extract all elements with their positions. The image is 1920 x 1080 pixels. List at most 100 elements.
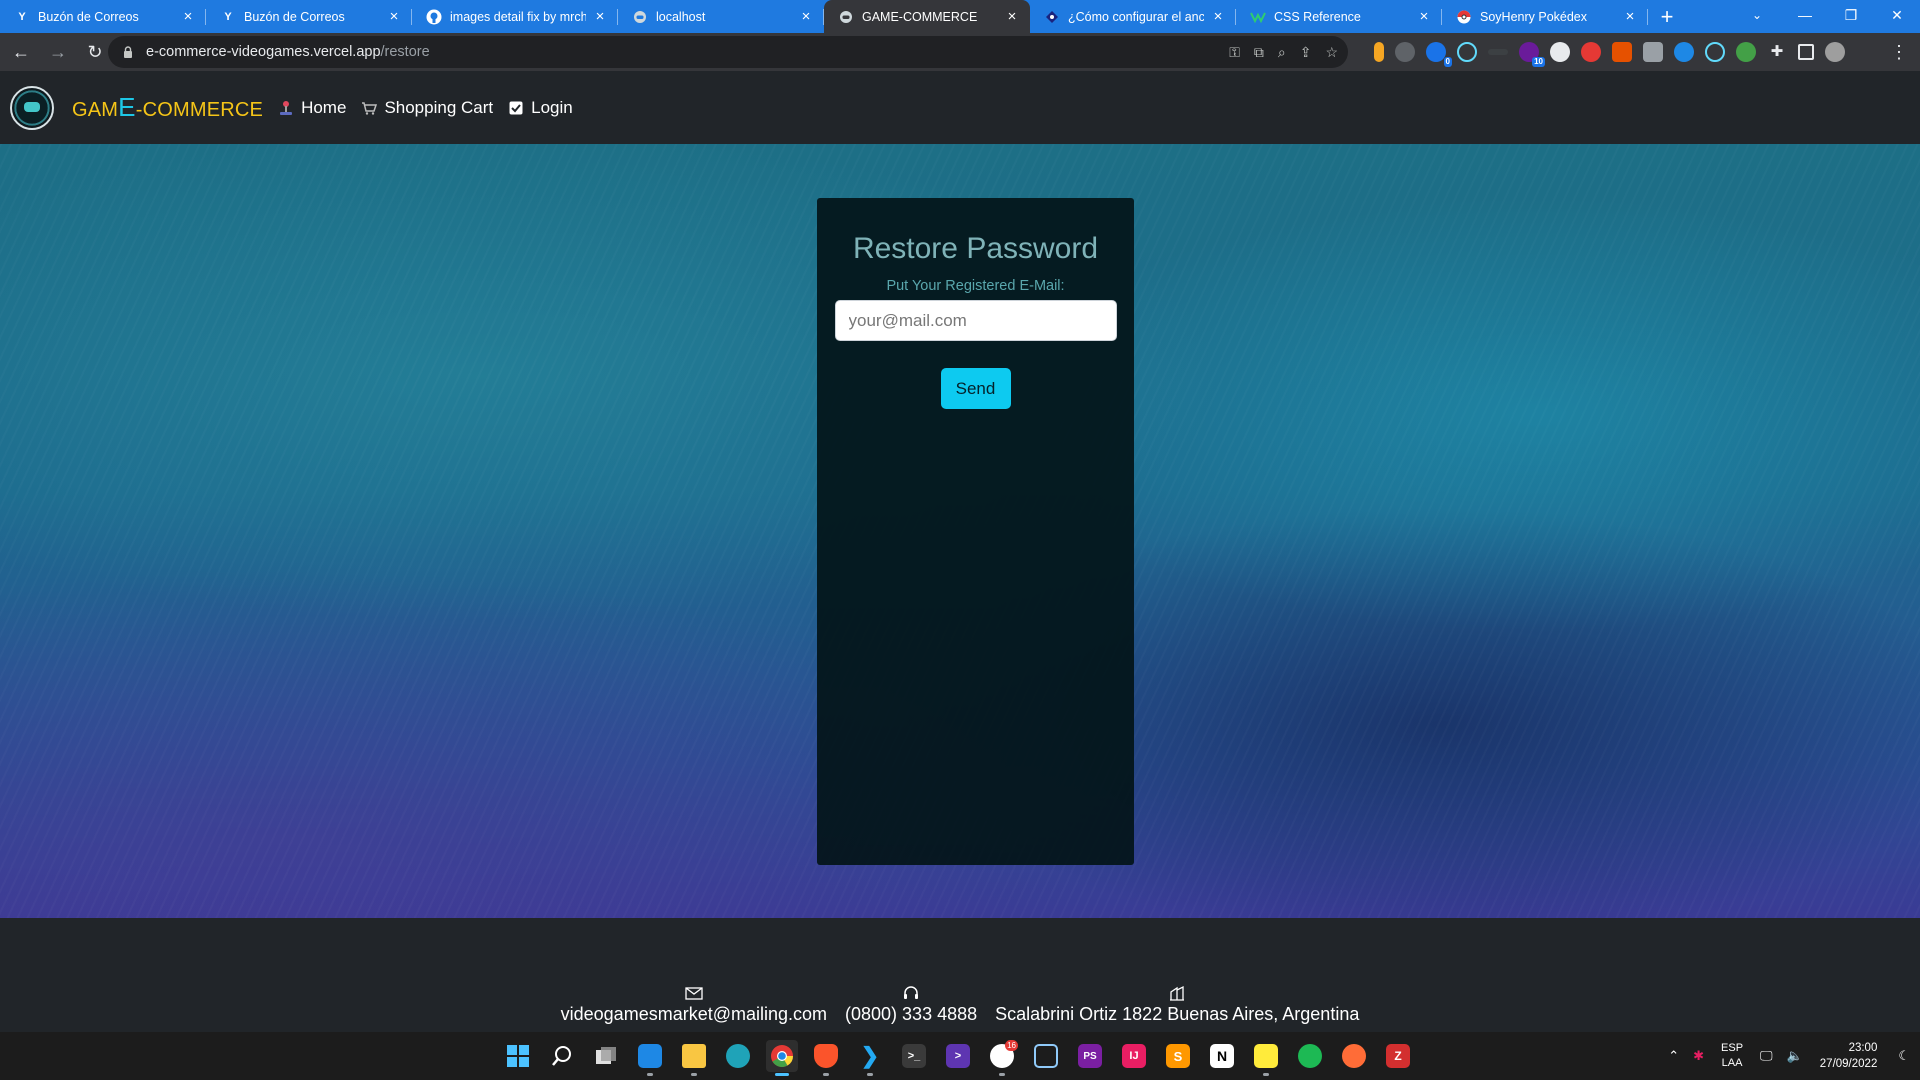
close-icon[interactable]: × — [1004, 8, 1020, 25]
notion-icon[interactable]: N — [1206, 1040, 1238, 1072]
language-layout: LAA — [1721, 1057, 1743, 1069]
brand-name[interactable]: GAME-COMMERCE — [72, 92, 263, 123]
system-tray: ⌃ ✱ ESP LAA 🖵 🔈 23:00 27/09/2022 ☾ — [1661, 1032, 1920, 1080]
focus-moon-icon[interactable]: ☾ — [1898, 1048, 1910, 1064]
menu-icon[interactable]: ⋮ — [1890, 33, 1908, 71]
key-icon[interactable]: ⚿ — [1229, 44, 1240, 61]
file-explorer-icon[interactable] — [678, 1040, 710, 1076]
browser-tab[interactable]: ¿Cómo configurar el ancho × — [1030, 0, 1236, 33]
extension-icon[interactable] — [1674, 42, 1694, 62]
close-icon[interactable]: × — [1210, 8, 1226, 25]
email-field[interactable] — [834, 300, 1117, 341]
extension-badge: 10 — [1532, 57, 1545, 67]
extension-icon[interactable] — [1550, 42, 1570, 62]
extension-icon[interactable]: 0 — [1426, 42, 1452, 67]
edge-icon[interactable] — [722, 1040, 754, 1072]
vscode-icon[interactable]: ❯ — [854, 1040, 886, 1076]
phpstorm-icon[interactable]: PS — [1074, 1040, 1106, 1072]
brave-icon[interactable] — [810, 1040, 842, 1076]
address-bar[interactable]: e-commerce-videogames.vercel.app /restor… — [108, 36, 1348, 68]
close-icon[interactable]: × — [1416, 8, 1432, 25]
footer-address-text: Scalabrini Ortiz 1822 Buenas Aires, Arge… — [995, 1004, 1360, 1024]
side-panel-icon[interactable] — [1798, 44, 1814, 60]
footer-email-text: videogamesmarket@mailing.com — [560, 1004, 828, 1024]
chrome-icon[interactable] — [766, 1040, 798, 1076]
extension-icon[interactable] — [1612, 42, 1632, 62]
browser-tab[interactable]: localhost × — [618, 0, 824, 33]
back-icon[interactable]: ← — [5, 36, 37, 68]
language-indicator[interactable]: ESP LAA — [1721, 1041, 1743, 1071]
translate-icon[interactable]: ⧉ — [1254, 44, 1264, 61]
puzzle-icon[interactable]: ✚ — [1767, 42, 1787, 62]
new-tab-button[interactable]: + — [1652, 0, 1682, 33]
postman-icon[interactable] — [1338, 1040, 1370, 1072]
microsoft-store-icon[interactable] — [634, 1040, 666, 1076]
powershell-icon[interactable]: > — [942, 1040, 974, 1072]
send-button[interactable]: Send — [940, 368, 1011, 409]
network-icon[interactable]: 🖵 — [1760, 1048, 1773, 1064]
close-window-icon[interactable]: ✕ — [1874, 0, 1920, 33]
checkmark-icon — [507, 99, 525, 117]
close-icon[interactable]: × — [180, 8, 196, 25]
browser-tab[interactable]: images detail fix by mrchu × — [412, 0, 618, 33]
chevron-up-icon[interactable]: ⌃ — [1668, 1048, 1679, 1064]
nav-shopping-cart[interactable]: Shopping Cart — [360, 98, 493, 118]
browser-tab[interactable]: SoyHenry Pokédex × — [1442, 0, 1648, 33]
filezilla-icon[interactable]: Z — [1382, 1040, 1414, 1072]
extension-icon[interactable] — [1643, 42, 1663, 62]
slack-tray-icon[interactable]: ✱ — [1693, 1048, 1704, 1064]
task-view-icon[interactable] — [590, 1040, 622, 1072]
nav-login-label: Login — [531, 97, 573, 117]
tab-search-icon[interactable]: ⌄ — [1742, 0, 1772, 33]
extension-icon[interactable] — [1581, 42, 1601, 62]
browser-tab[interactable]: Y Buzón de Correos × — [206, 0, 412, 33]
volume-icon[interactable]: 🔈 — [1787, 1048, 1803, 1064]
close-icon[interactable]: × — [592, 8, 608, 25]
close-icon[interactable]: × — [386, 8, 402, 25]
spotify-icon[interactable] — [1294, 1040, 1326, 1072]
sublime-icon[interactable]: S — [1162, 1040, 1194, 1072]
tab-title: ¿Cómo configurar el ancho — [1068, 9, 1204, 24]
search-icon[interactable] — [546, 1040, 578, 1072]
bookmark-star-icon[interactable]: ☆ — [1325, 44, 1338, 61]
url-host: e-commerce-videogames.vercel.app — [146, 44, 381, 60]
zoom-icon[interactable]: ⌕ — [1278, 44, 1286, 61]
sticky-notes-icon[interactable] — [1250, 1040, 1282, 1076]
yahoo-icon: Y — [224, 10, 232, 23]
intellij-icon[interactable]: IJ — [1118, 1040, 1150, 1072]
nav-home[interactable]: Home — [277, 98, 346, 118]
nav-login[interactable]: Login — [507, 98, 573, 118]
restore-icon[interactable]: ❐ — [1828, 0, 1874, 33]
clock-time: 23:00 — [1848, 1042, 1878, 1054]
browser-tab[interactable]: CSS Reference × — [1236, 0, 1442, 33]
minimize-icon[interactable]: — — [1782, 0, 1828, 33]
react-devtools-icon[interactable] — [1457, 42, 1477, 62]
forward-icon[interactable]: → — [42, 36, 74, 68]
window-controls: — ❐ ✕ — [1782, 0, 1920, 33]
slack-icon[interactable]: 16 — [986, 1040, 1018, 1076]
extension-icon[interactable]: 10 — [1519, 42, 1545, 67]
share-icon[interactable]: ⇪ — [1300, 44, 1312, 61]
react-devtools-icon[interactable] — [1705, 42, 1725, 62]
extension-icon[interactable] — [1374, 42, 1384, 62]
footer-phone-text: (0800) 333 4888 — [845, 1004, 978, 1024]
brand-part: E — [118, 92, 136, 122]
virtualbox-icon[interactable] — [1030, 1040, 1062, 1072]
windows-start-icon[interactable] — [502, 1040, 534, 1072]
close-icon[interactable]: × — [798, 8, 814, 25]
terminal-icon[interactable]: >_ — [898, 1040, 930, 1072]
browser-tab-active[interactable]: GAME-COMMERCE × — [824, 0, 1030, 33]
profile-avatar[interactable] — [1825, 42, 1845, 62]
extension-icon[interactable] — [1488, 49, 1508, 55]
reload-icon[interactable]: ↻ — [79, 36, 111, 68]
extension-icon[interactable] — [1395, 42, 1415, 62]
browser-tab[interactable]: Y Buzón de Correos × — [0, 0, 206, 33]
site-logo[interactable] — [10, 85, 54, 130]
extension-icon[interactable] — [1736, 42, 1756, 62]
site-navbar: GAME-COMMERCE Home Shopping Cart Login — [0, 71, 1920, 144]
clock[interactable]: 23:00 27/09/2022 — [1820, 1040, 1878, 1072]
tab-title: CSS Reference — [1274, 9, 1361, 24]
css-icon — [1250, 9, 1266, 25]
close-icon[interactable]: × — [1622, 8, 1638, 25]
extension-badge: 0 — [1443, 57, 1452, 67]
